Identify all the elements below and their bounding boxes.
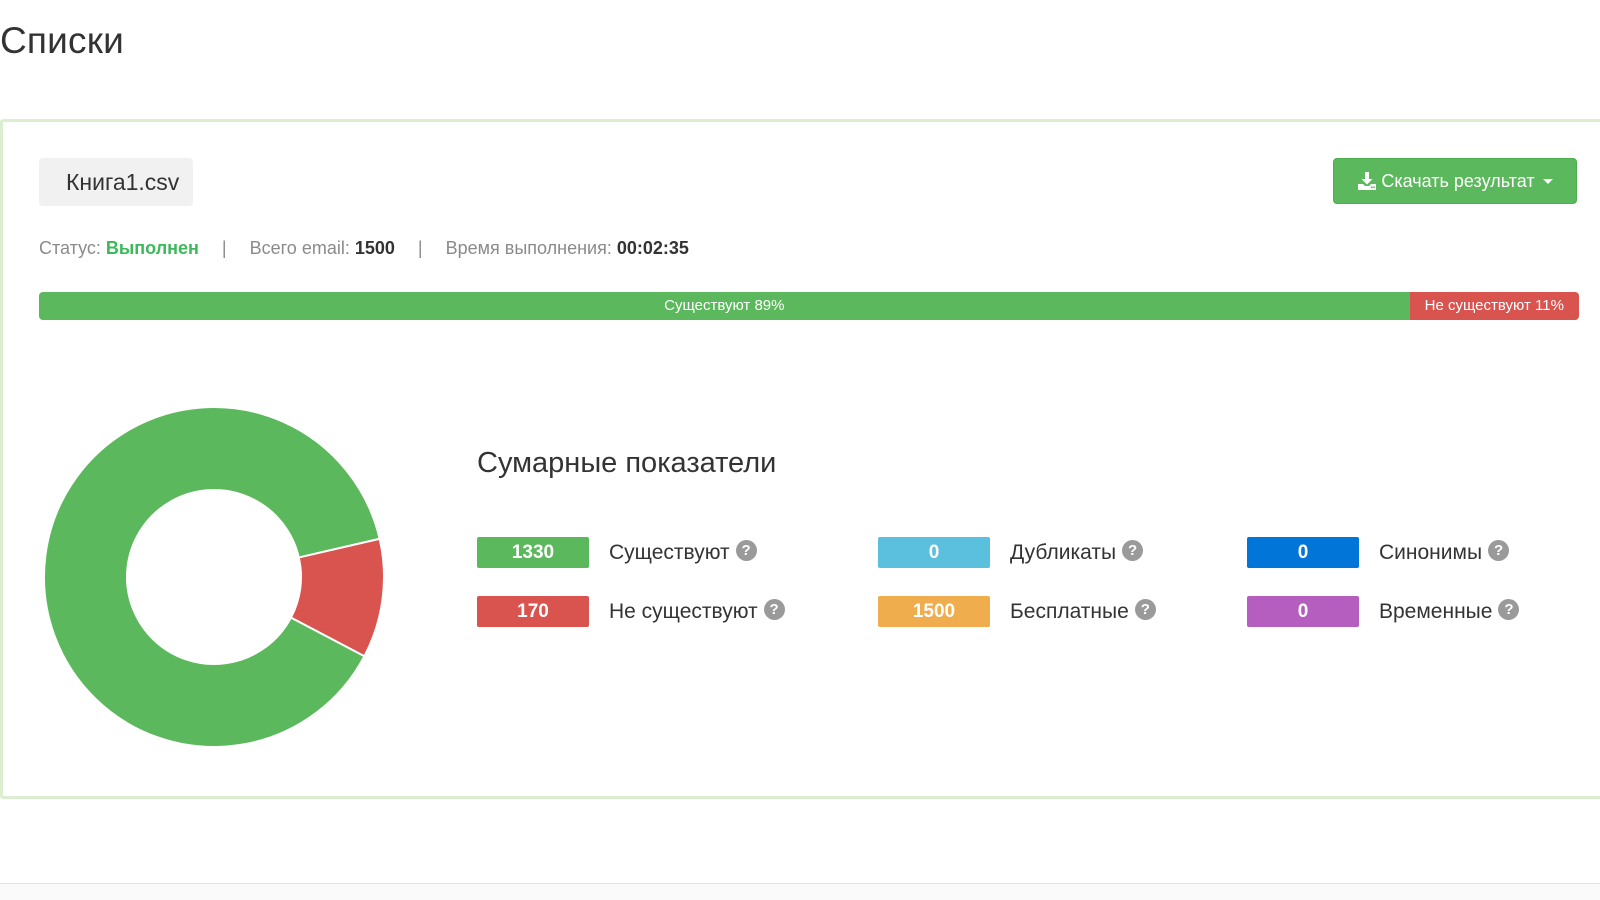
help-icon[interactable]: ? bbox=[1122, 540, 1144, 562]
stat-not-exists: 170 Не существуют? bbox=[477, 596, 785, 627]
separator: | bbox=[417, 238, 423, 258]
status-line: Статус: Выполнен | Всего email: 1500 | В… bbox=[39, 238, 689, 259]
stat-temporary-label: Временные? bbox=[1379, 599, 1520, 624]
caret-down-icon bbox=[1542, 178, 1553, 184]
help-icon[interactable]: ? bbox=[763, 599, 785, 621]
download-button-label: Скачать результат bbox=[1381, 170, 1535, 191]
status-value: Выполнен bbox=[105, 238, 199, 258]
help-icon[interactable]: ? bbox=[735, 540, 757, 562]
stat-exists-badge: 1330 bbox=[477, 537, 589, 568]
summary-title: Сумарные показатели bbox=[477, 447, 777, 479]
total-email-label: Всего email: bbox=[249, 238, 350, 258]
stat-exists: 1330 Существуют? bbox=[477, 537, 757, 568]
status-label: Статус: bbox=[39, 238, 101, 258]
stat-label-text: Временные bbox=[1379, 599, 1493, 623]
stat-duplicates-label: Дубликаты? bbox=[1010, 540, 1144, 565]
stat-duplicates-badge: 0 bbox=[878, 537, 990, 568]
stat-label-text: Существуют bbox=[609, 540, 730, 564]
download-result-button[interactable]: Скачать результат bbox=[1333, 158, 1577, 204]
stat-free: 1500 Бесплатные? bbox=[878, 596, 1156, 627]
separator: | bbox=[221, 238, 227, 258]
stat-label-text: Синонимы bbox=[1379, 540, 1483, 564]
stat-label-text: Дубликаты bbox=[1010, 540, 1117, 564]
stat-synonyms-badge: 0 bbox=[1247, 537, 1359, 568]
progress-segment-not-exists: Не существуют 11% bbox=[1409, 292, 1579, 320]
total-email-value: 1500 bbox=[354, 238, 395, 258]
execution-time-value: 00:02:35 bbox=[616, 238, 689, 258]
footer bbox=[0, 884, 1600, 900]
help-icon[interactable]: ? bbox=[1488, 540, 1510, 562]
stat-not-exists-label: Не существуют? bbox=[609, 599, 785, 624]
stat-synonyms-label: Синонимы? bbox=[1379, 540, 1510, 565]
stat-duplicates: 0 Дубликаты? bbox=[878, 537, 1144, 568]
progress-segment-exists: Существуют 89% bbox=[39, 292, 1410, 320]
stat-free-label: Бесплатные? bbox=[1010, 599, 1156, 624]
stat-label-text: Не существуют bbox=[609, 599, 758, 623]
stat-exists-label: Существуют? bbox=[609, 540, 757, 565]
help-icon[interactable]: ? bbox=[1134, 599, 1156, 621]
stat-not-exists-badge: 170 bbox=[477, 596, 589, 627]
file-name-label: Книга1.csv bbox=[39, 158, 194, 206]
page-title: Списки bbox=[0, 20, 124, 61]
result-donut-chart bbox=[43, 406, 385, 748]
download-icon bbox=[1357, 171, 1377, 191]
execution-time-label: Время выполнения: bbox=[445, 238, 612, 258]
stat-temporary-badge: 0 bbox=[1247, 596, 1359, 627]
help-icon[interactable]: ? bbox=[1498, 599, 1520, 621]
stat-synonyms: 0 Синонимы? bbox=[1247, 537, 1510, 568]
stat-temporary: 0 Временные? bbox=[1247, 596, 1520, 627]
stat-free-badge: 1500 bbox=[878, 596, 990, 627]
list-result-panel: Книга1.csv Скачать результат Статус: Вып… bbox=[0, 119, 1600, 799]
stat-label-text: Бесплатные bbox=[1010, 599, 1129, 623]
result-progress-bar: Существуют 89% Не существуют 11% bbox=[39, 292, 1579, 320]
